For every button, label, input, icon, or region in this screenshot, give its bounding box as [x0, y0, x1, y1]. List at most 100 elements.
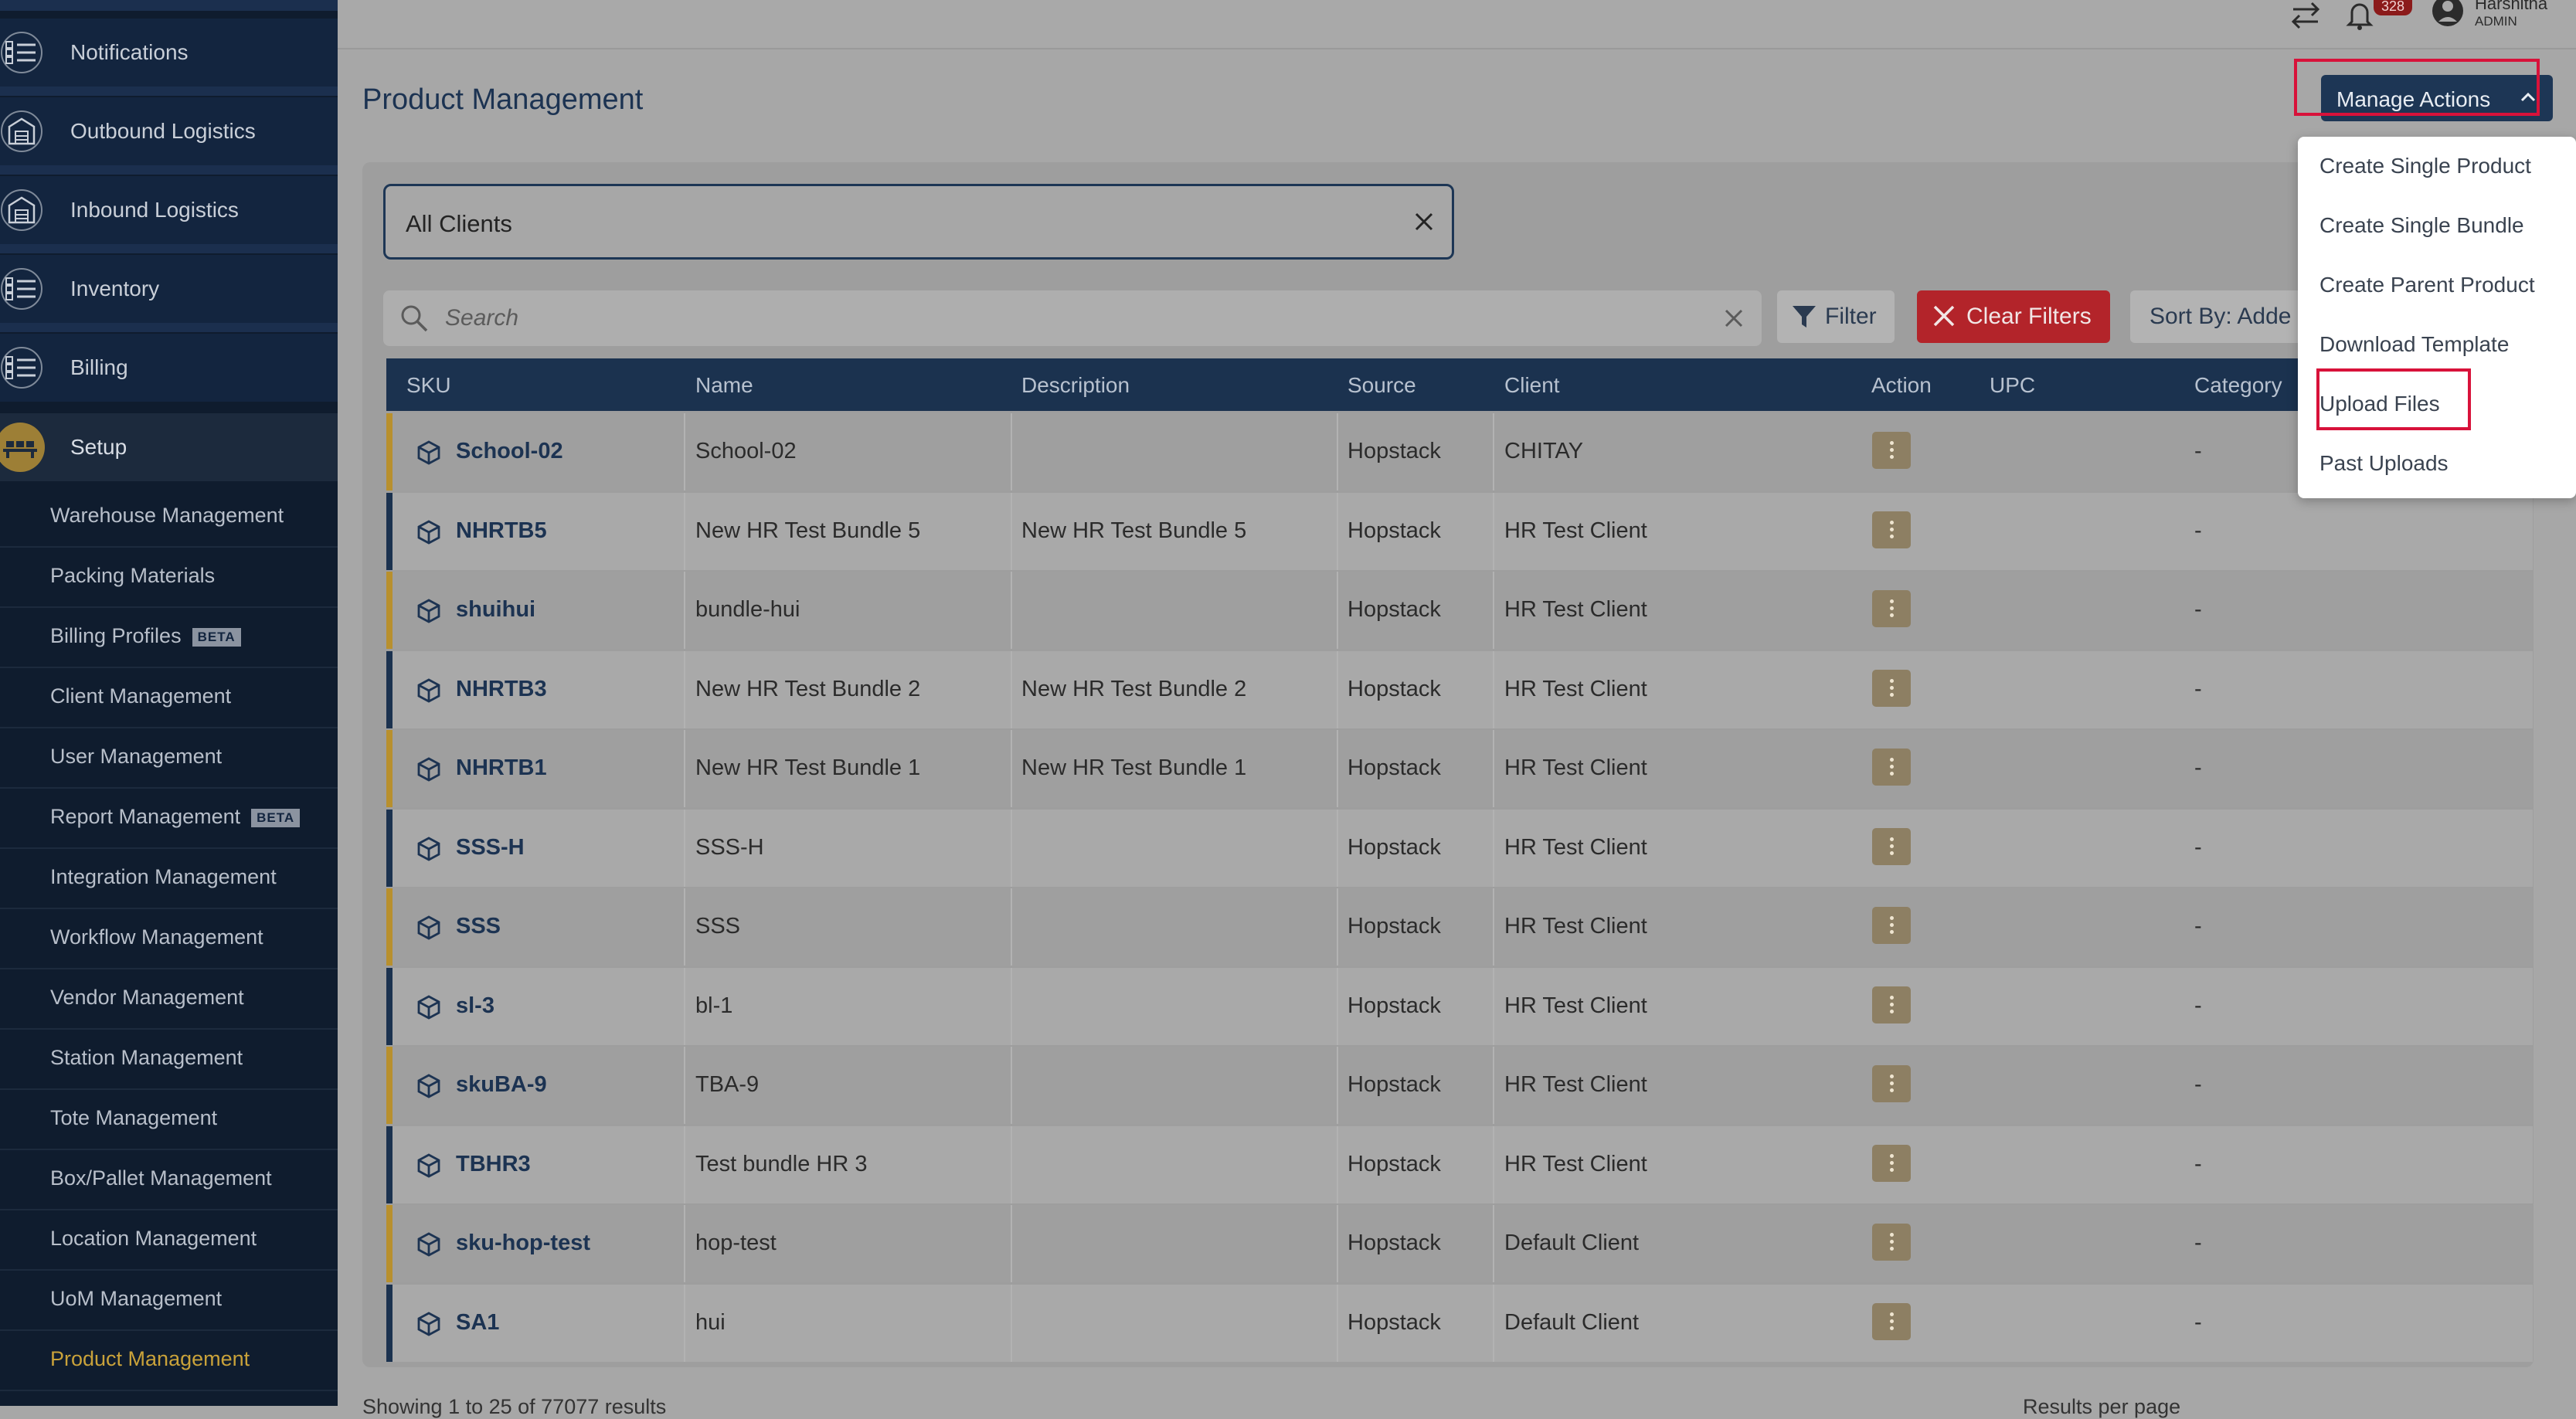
clear-search-icon[interactable] — [1718, 303, 1749, 334]
row-actions-button[interactable] — [1872, 749, 1911, 786]
sidebar-subitem-report-management[interactable]: Report Management BETA — [0, 789, 338, 849]
sidebar-subitem-uom-management[interactable]: UoM Management — [0, 1271, 338, 1331]
sidebar-subitem-station-management[interactable]: Station Management — [0, 1030, 338, 1090]
bell-icon[interactable] — [2344, 0, 2375, 31]
sidebar-item-inventory[interactable]: Inventory — [0, 244, 338, 323]
divider — [0, 87, 338, 96]
sidebar-subitem-location-management[interactable]: Location Management — [0, 1210, 338, 1271]
row-actions-button[interactable] — [1872, 1065, 1911, 1102]
column-header-description[interactable]: Description — [1021, 373, 1130, 398]
sku-link[interactable]: NHRTB5 — [456, 518, 547, 544]
sidebar-item-setup[interactable]: Setup — [0, 413, 338, 481]
row-actions-button[interactable] — [1872, 907, 1911, 944]
sidebar-subitem-label: Product Management — [50, 1347, 250, 1370]
clear-client-icon[interactable] — [1407, 205, 1441, 239]
sku-link[interactable]: NHRTB1 — [456, 755, 547, 781]
menu-item-create-single-bundle[interactable]: Create Single Bundle — [2319, 213, 2524, 238]
sidebar-item-inbound-logistics[interactable]: Inbound Logistics — [0, 165, 338, 244]
row-actions-button[interactable] — [1872, 828, 1911, 865]
sku-link[interactable]: shuihui — [456, 597, 535, 623]
table-row[interactable]: TBHR3 Test bundle HR 3 Hopstack HR Test Cli… — [386, 1126, 2533, 1203]
menu-item-past-uploads[interactable]: Past Uploads — [2319, 451, 2449, 476]
cell-category: - — [2194, 597, 2202, 622]
sku-link[interactable]: SSS — [456, 914, 501, 939]
row-actions-button[interactable] — [1872, 511, 1911, 548]
cell-description: New HR Test Bundle 2 — [1021, 677, 1247, 701]
filter-icon — [1791, 303, 1817, 331]
box-icon — [416, 519, 442, 545]
search-field[interactable]: Search — [383, 290, 1762, 346]
sidebar-item-notifications[interactable]: Notifications — [0, 19, 338, 87]
sku-link[interactable]: sl-3 — [456, 993, 494, 1019]
sidebar-subitem-vendor-management[interactable]: Vendor Management — [0, 969, 338, 1030]
sku-link[interactable]: skuBA-9 — [456, 1072, 547, 1098]
sidebar-item-outbound-logistics[interactable]: Outbound Logistics — [0, 87, 338, 165]
row-accent-bar — [386, 651, 393, 728]
row-actions-button[interactable] — [1872, 590, 1911, 627]
table-row[interactable]: sku-hop-test hop-test Hopstack Default Clie… — [386, 1205, 2533, 1282]
row-actions-button[interactable] — [1872, 1224, 1911, 1261]
table-row[interactable]: skuBA-9 TBA-9 Hopstack HR Test Client - — [386, 1047, 2533, 1124]
user-avatar-icon[interactable] — [2431, 0, 2465, 31]
column-header-name[interactable]: Name — [695, 373, 753, 398]
cell-client: Default Client — [1504, 1310, 1640, 1335]
menu-item-create-parent-product[interactable]: Create Parent Product — [2319, 273, 2535, 297]
sku-link[interactable]: TBHR3 — [456, 1152, 531, 1177]
box-icon — [416, 1231, 442, 1258]
table-row[interactable]: SSS SSS Hopstack HR Test Client - — [386, 888, 2533, 966]
sidebar-subitem-billing-profiles[interactable]: Billing Profiles BETA — [0, 608, 338, 668]
row-actions-button[interactable] — [1872, 432, 1911, 469]
menu-item-download-template[interactable]: Download Template — [2319, 332, 2509, 357]
table-row[interactable]: NHRTB5 New HR Test Bundle 5 New HR Test Bu… — [386, 493, 2533, 570]
column-header-category[interactable]: Category — [2194, 373, 2282, 398]
row-actions-button[interactable] — [1872, 986, 1911, 1024]
sidebar-item-billing[interactable]: Billing — [0, 323, 338, 402]
table-row[interactable]: NHRTB1 New HR Test Bundle 1 New HR Test Bu… — [386, 730, 2533, 807]
row-actions-button[interactable] — [1872, 1145, 1911, 1182]
switch-icon[interactable] — [2289, 0, 2323, 31]
column-divider — [1493, 810, 1494, 887]
column-header-upc[interactable]: UPC — [1990, 373, 2035, 398]
warehouse-icon — [0, 188, 43, 232]
client-filter-select[interactable]: All Clients — [383, 184, 1454, 260]
column-header-sku[interactable]: SKU — [406, 373, 451, 398]
kebab-dot-icon — [1890, 1010, 1894, 1013]
cell-category: - — [2194, 518, 2202, 543]
sort-button[interactable]: Sort By: Adde — [2130, 290, 2300, 343]
row-accent-bar — [386, 572, 393, 649]
sidebar-subitem-warehouse-management[interactable]: Warehouse Management — [0, 487, 338, 548]
sidebar-subitem-user-management[interactable]: User Management — [0, 728, 338, 789]
sku-link[interactable]: School-02 — [456, 439, 563, 464]
row-actions-button[interactable] — [1872, 1303, 1911, 1340]
sidebar-subitem-box-pallet-management[interactable]: Box/Pallet Management — [0, 1150, 338, 1210]
sidebar-item-label: Setup — [70, 435, 127, 459]
kebab-dot-icon — [1890, 1247, 1894, 1251]
kebab-dot-icon — [1890, 996, 1894, 1000]
clear-filters-button[interactable]: Clear Filters — [1917, 290, 2110, 343]
sidebar-subitem-packing-materials[interactable]: Packing Materials — [0, 548, 338, 608]
sku-link[interactable]: SA1 — [456, 1310, 499, 1336]
cell-name: TBA-9 — [695, 1072, 760, 1097]
table-row[interactable]: shuihui bundle-hui Hopstack HR Test Client - — [386, 572, 2533, 649]
menu-item-create-single-product[interactable]: Create Single Product — [2319, 154, 2531, 178]
table-row[interactable]: SSS-H SSS-H Hopstack HR Test Client - — [386, 810, 2533, 887]
sku-link[interactable]: NHRTB3 — [456, 677, 547, 702]
table-row[interactable]: sl-3 bl-1 Hopstack HR Test Client - — [386, 968, 2533, 1045]
column-header-source[interactable]: Source — [1347, 373, 1416, 398]
sku-link[interactable]: sku-hop-test — [456, 1231, 590, 1256]
table-row[interactable]: NHRTB3 New HR Test Bundle 2 New HR Test Bu… — [386, 651, 2533, 728]
sidebar-subitem-product-management[interactable]: Product Management — [0, 1331, 338, 1391]
sidebar-subitem-integration-management[interactable]: Integration Management — [0, 849, 338, 909]
sidebar-subitem-workflow-management[interactable]: Workflow Management — [0, 909, 338, 969]
column-header-client[interactable]: Client — [1504, 373, 1560, 398]
row-accent-bar — [386, 1047, 393, 1124]
table-row[interactable]: SA1 hui Hopstack Default Client - — [386, 1285, 2533, 1362]
row-actions-button[interactable] — [1872, 670, 1911, 707]
sku-link[interactable]: SSS-H — [456, 835, 525, 861]
sidebar-subitem-tote-management[interactable]: Tote Management — [0, 1090, 338, 1150]
kebab-dot-icon — [1890, 1074, 1894, 1078]
column-divider — [1337, 651, 1338, 728]
table-row[interactable]: School-02 School-02 Hopstack CHITAY - — [386, 413, 2533, 491]
filter-button[interactable]: Filter — [1777, 290, 1895, 343]
sidebar-subitem-client-management[interactable]: Client Management — [0, 668, 338, 728]
